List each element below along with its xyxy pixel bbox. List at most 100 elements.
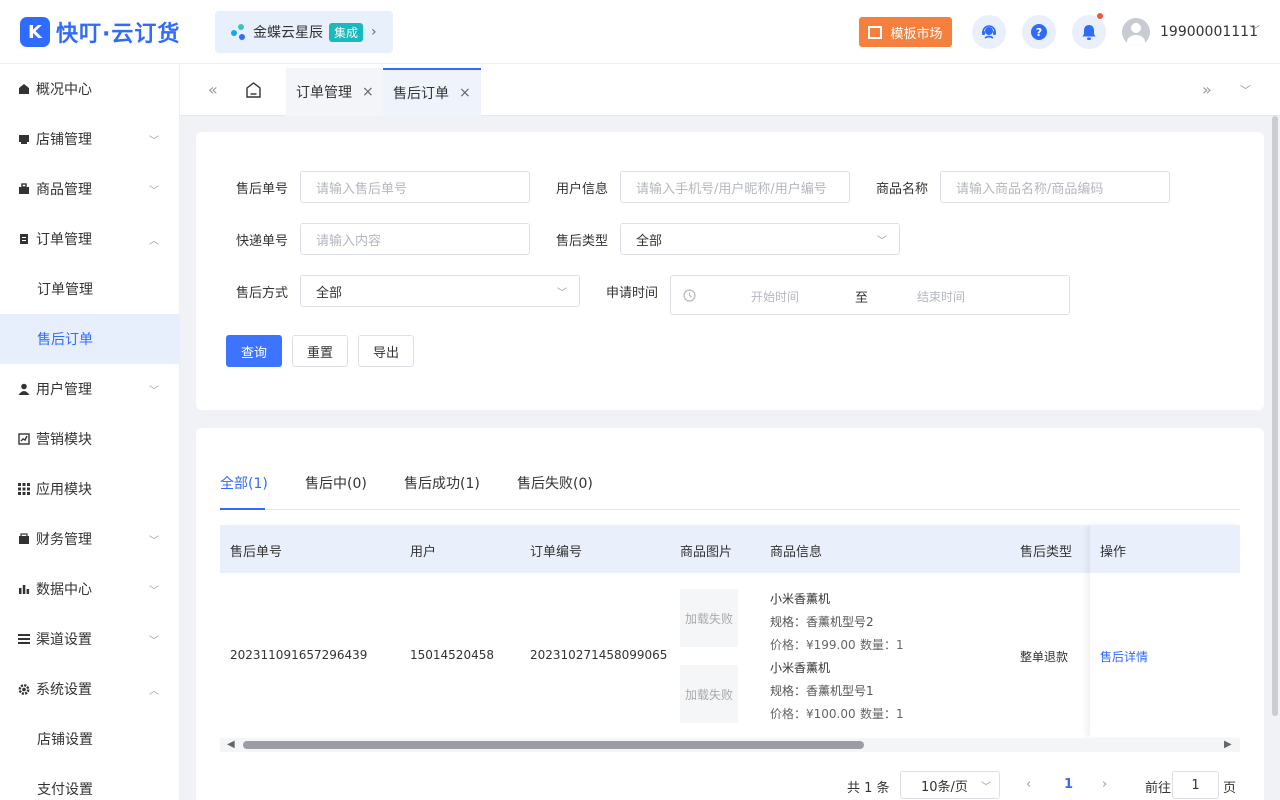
aftersale-method-label: 售后方式 (236, 286, 289, 301)
column-header-actions: 操作 (1090, 525, 1240, 573)
sidebar-subitem-aftersale-orders[interactable]: 售后订单 (0, 314, 179, 364)
product-name-label: 商品名称 (876, 182, 929, 197)
sidebar-subitem-store-settings[interactable]: 店铺设置 (0, 714, 179, 764)
aftersale-type-value: 全部 (636, 233, 663, 249)
chevron-down-icon[interactable]: ﹀ (1240, 82, 1251, 98)
finance-icon (18, 533, 30, 545)
sidebar-item-data-center[interactable]: 数据中心 ﹀ (0, 564, 179, 614)
end-time-input[interactable]: 结束时间 (917, 288, 965, 305)
prev-page-icon[interactable]: ‹ (1026, 777, 1031, 792)
scrollbar-thumb[interactable] (243, 741, 864, 749)
aftersale-method-select[interactable]: 全部 ﹀ (300, 275, 580, 307)
tab-success[interactable]: 售后成功(1) (404, 473, 480, 493)
scroll-left-icon[interactable]: ◀ (227, 739, 235, 750)
sidebar-item-label: 系统设置 (36, 682, 92, 698)
close-icon[interactable]: × (459, 85, 471, 101)
page-size-value: 10条/页 (921, 779, 968, 795)
channel-icon (18, 633, 30, 645)
chevron-down-icon: ﹀ (149, 636, 159, 647)
express-no-input[interactable]: 请输入内容 (300, 223, 530, 255)
start-time-input[interactable]: 开始时间 (751, 288, 799, 305)
app-logo[interactable]: K 快叮·云订货 (20, 16, 180, 48)
scroll-right-icon[interactable]: ▶ (1224, 739, 1232, 750)
apply-time-range[interactable]: 开始时间 至 结束时间 (670, 275, 1070, 315)
sidebar-subitem-order-management[interactable]: 订单管理 (0, 264, 179, 314)
sidebar-item-label: 商品管理 (36, 182, 92, 198)
close-icon[interactable]: × (362, 84, 374, 100)
total-count: 共 1 条 (847, 781, 890, 796)
user-phone[interactable]: 19900001111 (1160, 24, 1258, 40)
kingdee-name: 金蝶云星辰 (253, 25, 323, 41)
sidebar-item-orders[interactable]: 订单管理 ︿ (0, 214, 179, 264)
page-number-current[interactable]: 1 (1064, 777, 1073, 792)
chevron-up-icon: ︿ (149, 686, 159, 697)
tabs-divider (220, 509, 1240, 510)
sidebar-item-overview[interactable]: 概况中心 (0, 64, 179, 114)
column-header-aftersale-type: 售后类型 (1020, 545, 1073, 560)
customer-service-button[interactable] (972, 15, 1006, 49)
user-info-input[interactable]: 请输入手机号/用户昵称/用户编号 (620, 171, 850, 203)
aftersale-type-select[interactable]: 全部 ﹀ (620, 223, 900, 255)
product-name-input[interactable]: 请输入商品名称/商品编码 (940, 171, 1170, 203)
product-price: 价格：¥100.00 (770, 707, 856, 721)
notification-button[interactable] (1072, 13, 1106, 49)
aftersale-detail-link[interactable]: 售后详情 (1100, 648, 1148, 665)
marketing-icon (18, 433, 30, 445)
sidebar-item-system-settings[interactable]: 系统设置 ︿ (0, 664, 179, 714)
chevron-up-icon: ︿ (149, 236, 159, 247)
export-button[interactable]: 导出 (358, 335, 414, 367)
sidebar-item-label: 财务管理 (36, 532, 92, 548)
tab-order-management[interactable]: 订单管理 × (286, 68, 384, 116)
product-spec: 规格：香薰机型号1 (770, 684, 874, 698)
sidebar-subitem-payment-settings[interactable]: 支付设置 (0, 764, 179, 800)
chevron-down-icon: ﹀ (149, 386, 159, 397)
home-icon[interactable] (246, 82, 261, 102)
chevron-down-icon: ﹀ (149, 186, 159, 197)
chevron-right-icon: › (371, 24, 377, 40)
product-name: 小米香薰机 (770, 661, 831, 675)
double-chevron-left-icon[interactable]: « (208, 80, 218, 99)
product-qty: 数量：1 (860, 707, 904, 721)
template-market-button[interactable]: 模板市场 (859, 17, 952, 47)
search-button[interactable]: 查询 (226, 335, 282, 367)
tab-in-progress[interactable]: 售后中(0) (305, 473, 367, 493)
help-button[interactable]: ? (1022, 15, 1056, 49)
double-chevron-right-icon[interactable]: » (1202, 80, 1212, 99)
range-separator: 至 (855, 291, 869, 306)
chevron-down-icon: ﹀ (981, 782, 991, 793)
sidebar: 概况中心 店铺管理 ﹀ 商品管理 ﹀ 订单管理 ︿ 订单管理 售后订单 用户管理… (0, 64, 180, 800)
goto-page-input[interactable]: 1 (1172, 771, 1219, 799)
aftersale-no-input[interactable]: 请输入售后单号 (300, 171, 530, 203)
column-header-aftersale-no: 售后单号 (230, 545, 283, 560)
kingdee-dots-icon (229, 22, 249, 42)
active-tab-indicator (220, 508, 265, 510)
tab-aftersale-orders[interactable]: 售后订单 × (383, 68, 481, 116)
apps-icon (18, 483, 30, 495)
sidebar-item-users[interactable]: 用户管理 ﹀ (0, 364, 179, 414)
tab-all[interactable]: 全部(1) (220, 473, 268, 493)
apply-time-label: 申请时间 (606, 286, 659, 301)
svg-text:?: ? (1036, 26, 1042, 39)
vertical-scrollbar[interactable] (1272, 116, 1278, 716)
tab-failed[interactable]: 售后失败(0) (517, 473, 593, 493)
sidebar-item-goods[interactable]: 商品管理 ﹀ (0, 164, 179, 214)
avatar[interactable] (1122, 18, 1150, 46)
sidebar-item-store[interactable]: 店铺管理 ﹀ (0, 114, 179, 164)
reset-button[interactable]: 重置 (292, 335, 348, 367)
chevron-down-icon[interactable]: ﹀ (1249, 22, 1260, 38)
sidebar-item-marketing[interactable]: 营销模块 (0, 414, 179, 464)
chevron-down-icon: ﹀ (877, 236, 887, 247)
sidebar-item-finance[interactable]: 财务管理 ﹀ (0, 514, 179, 564)
page-size-select[interactable]: 10条/页 ﹀ (900, 771, 1000, 799)
actions-column: 操作 售后详情 (1090, 525, 1240, 737)
logo-mark: K (20, 17, 50, 47)
next-page-icon[interactable]: › (1102, 777, 1107, 792)
sidebar-item-apps[interactable]: 应用模块 (0, 464, 179, 514)
help-icon: ? (1031, 24, 1047, 40)
cell-aftersale-no: 202311091657296439 (230, 648, 368, 662)
clock-icon (683, 288, 696, 302)
kingdee-integration-banner[interactable]: 金蝶云星辰 集成 › (215, 11, 393, 53)
sidebar-item-channel[interactable]: 渠道设置 ﹀ (0, 614, 179, 664)
product-name: 小米香薰机 (770, 592, 831, 606)
goto-label: 前往 (1145, 781, 1172, 796)
